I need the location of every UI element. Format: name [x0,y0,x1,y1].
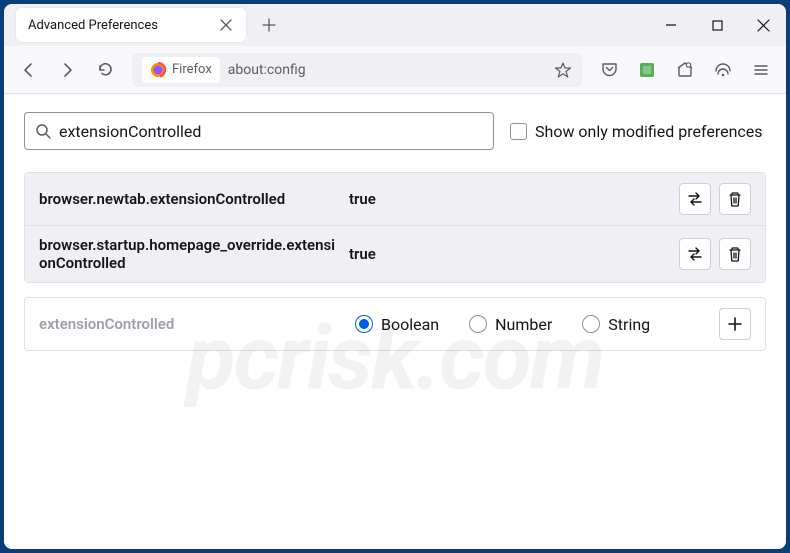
toggle-button[interactable] [679,183,711,215]
radio-label: Number [495,315,552,334]
app-menu-button[interactable] [744,53,778,87]
firefox-logo-icon [150,62,166,78]
pocket-button[interactable] [592,53,626,87]
account-button[interactable] [668,53,702,87]
minimize-button[interactable] [648,4,694,46]
add-pref-button[interactable] [719,308,751,340]
radio-number[interactable]: Number [469,315,552,334]
close-window-button[interactable] [740,4,786,46]
close-tab-icon[interactable] [218,17,234,33]
radio-label: String [608,315,650,334]
new-pref-row: extensionControlled Boolean Number Strin… [24,297,766,351]
type-radio-group: Boolean Number String [355,315,703,334]
toggle-icon [686,190,704,208]
url-text: about:config [228,62,546,78]
radio-boolean[interactable]: Boolean [355,315,439,334]
search-row: Show only modified preferences [24,112,766,150]
pref-actions [679,183,751,215]
radio-string[interactable]: String [582,315,650,334]
maximize-button[interactable] [694,4,740,46]
trash-icon [727,246,743,262]
checkbox-text: Show only modified preferences [535,122,763,141]
checkbox-icon [510,123,527,140]
toggle-icon [686,245,704,263]
forward-button[interactable] [50,53,84,87]
about-config-content: Show only modified preferences browser.n… [4,94,786,549]
back-button[interactable] [12,53,46,87]
trash-icon [727,191,743,207]
toggle-button[interactable] [679,238,711,270]
nav-toolbar: Firefox about:config [4,46,786,94]
plus-icon [727,316,743,332]
reload-button[interactable] [88,53,122,87]
delete-button[interactable] [719,238,751,270]
extension-button[interactable] [630,53,664,87]
pref-search-input[interactable] [59,122,483,141]
new-tab-button[interactable] [254,10,284,40]
pref-value: true [349,245,669,263]
pref-value: true [349,190,669,208]
show-modified-checkbox[interactable]: Show only modified preferences [510,122,763,141]
tab-title: Advanced Preferences [28,18,208,33]
pref-row[interactable]: browser.startup.homepage_override.extens… [25,225,765,282]
radio-label: Boolean [381,315,439,334]
url-bar[interactable]: Firefox about:config [132,53,582,87]
identity-box[interactable]: Firefox [142,57,220,83]
pref-row[interactable]: browser.newtab.extensionControlled true [25,173,765,225]
search-icon [35,123,51,139]
radio-icon [355,315,373,333]
identity-label: Firefox [172,62,212,77]
delete-button[interactable] [719,183,751,215]
bookmark-star-icon[interactable] [554,61,572,79]
pref-name: browser.newtab.extensionControlled [39,190,339,208]
radio-icon [582,315,600,333]
pref-search-box[interactable] [24,112,494,150]
pref-table: browser.newtab.extensionControlled true … [24,172,766,283]
new-pref-name: extensionControlled [39,315,339,333]
browser-window: Advanced Preferences [4,4,786,549]
titlebar: Advanced Preferences [4,4,786,46]
radio-icon [469,315,487,333]
protections-button[interactable] [706,53,740,87]
pref-name: browser.startup.homepage_override.extens… [39,236,339,272]
browser-tab[interactable]: Advanced Preferences [16,8,246,42]
pref-actions [679,238,751,270]
